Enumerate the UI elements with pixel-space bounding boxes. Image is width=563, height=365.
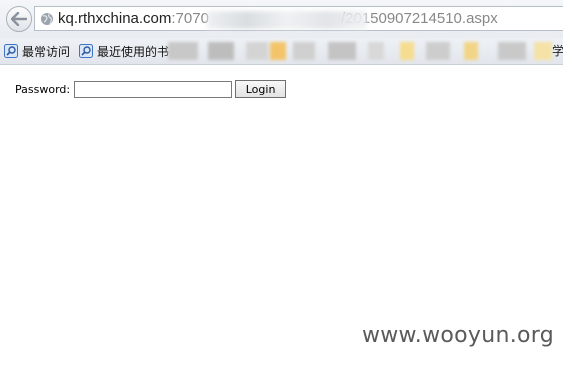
watermark: www.wooyun.org [361, 323, 554, 348]
login-form: Password: Login [15, 80, 287, 98]
url-host: kq.rthxchina.com [58, 10, 172, 27]
bookmarks-bar: 最常访问 最近使用的书 学 [0, 38, 563, 65]
bookmark-tail-text: 学 [552, 44, 563, 58]
redacted-bookmarks [168, 40, 560, 62]
back-arrow-icon [11, 12, 27, 26]
login-button[interactable]: Login [235, 80, 287, 98]
password-field[interactable] [74, 80, 233, 98]
address-bar[interactable]: kq.rthxchina.com:7070/20150907214510.asp… [34, 6, 563, 31]
back-button[interactable] [6, 6, 32, 32]
bookmark-most-visited[interactable]: 最常访问 [4, 42, 70, 60]
redacted-url-segment [207, 11, 367, 29]
bookmark-page-icon [79, 44, 93, 58]
globe-icon [41, 13, 53, 25]
bookmark-page-icon [4, 44, 18, 58]
bookmark-recent[interactable]: 最近使用的书 [79, 42, 169, 60]
bookmark-label: 最近使用的书 [97, 44, 170, 59]
bookmark-label: 最常访问 [22, 44, 71, 59]
url-port: :7070 [171, 10, 209, 27]
password-label: Password: [15, 82, 71, 96]
browser-toolbar: kq.rthxchina.com:7070/20150907214510.asp… [0, 0, 563, 38]
